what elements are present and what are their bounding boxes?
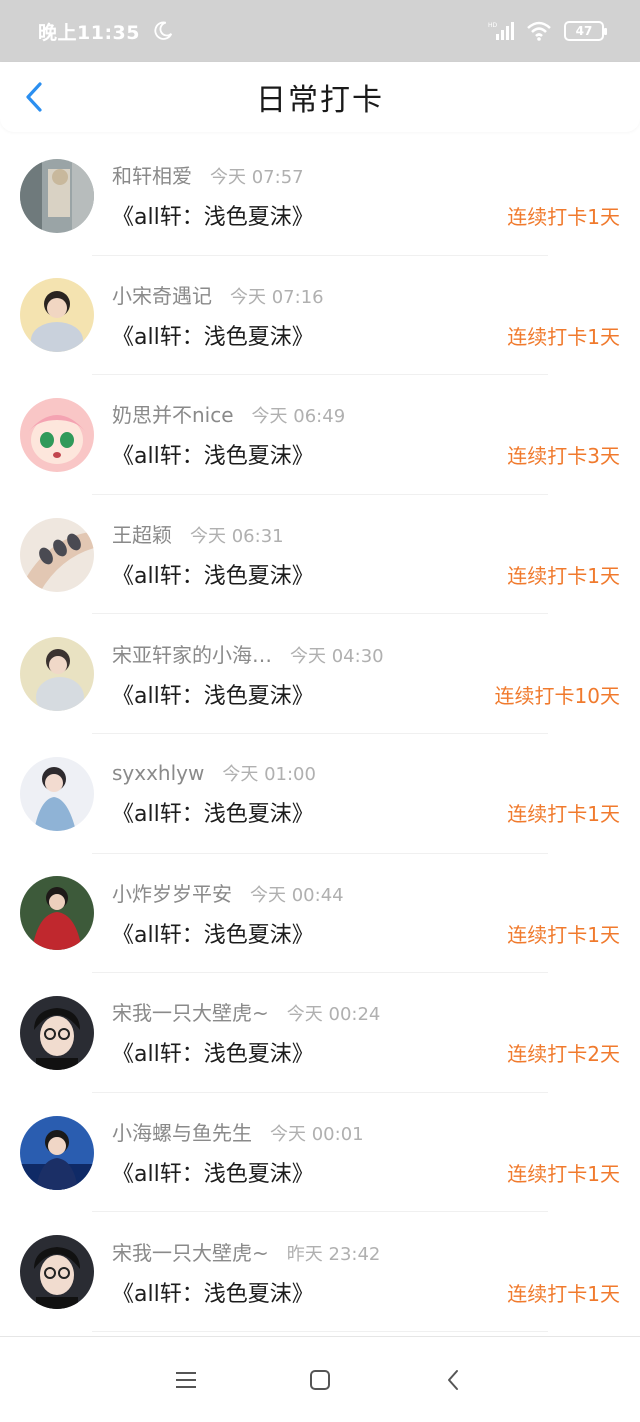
book-title[interactable]: 《all轩：浅色夏沫》 xyxy=(112,1036,314,1068)
back-chevron-icon[interactable] xyxy=(22,80,48,114)
checkin-time: 今天 07:57 xyxy=(210,167,304,189)
username[interactable]: 小炸岁岁平安 xyxy=(112,878,232,907)
checkin-time: 今天 01:00 xyxy=(222,763,316,785)
checkin-time: 今天 06:31 xyxy=(190,526,284,548)
streak-label: 连续打卡1天 xyxy=(507,922,620,947)
checkin-time: 今天 07:16 xyxy=(230,286,324,308)
book-title[interactable]: 《all轩：浅色夏沫》 xyxy=(112,1276,314,1308)
username[interactable]: 小宋奇遇记 xyxy=(112,280,212,309)
streak-label: 连续打卡2天 xyxy=(507,1042,620,1067)
username[interactable]: 宋我一只大壁虎~ xyxy=(112,1237,269,1266)
streak-label: 连续打卡1天 xyxy=(507,564,620,589)
nav-bar: 日常打卡 xyxy=(0,62,640,132)
checkin-time: 今天 06:49 xyxy=(251,406,346,428)
avatar[interactable] xyxy=(20,995,94,1070)
username[interactable]: 宋我一只大壁虎~ xyxy=(112,997,269,1026)
battery-level: 47 xyxy=(575,24,593,38)
wifi-icon xyxy=(527,21,551,41)
streak-label: 连续打卡1天 xyxy=(507,324,620,349)
book-title[interactable]: 《all轩：浅色夏沫》 xyxy=(112,1156,314,1188)
streak-label: 连续打卡3天 xyxy=(507,444,620,469)
checkin-row[interactable]: 宋我一只大壁虎~ 昨天 23:42 《all轩：浅色夏沫》 连续打卡1天 xyxy=(0,1212,640,1332)
username[interactable]: 宋亚轩家的小海… xyxy=(112,639,272,668)
username[interactable]: syxxhlyw xyxy=(112,761,204,785)
book-title[interactable]: 《all轩：浅色夏沫》 xyxy=(112,199,314,231)
avatar[interactable] xyxy=(20,756,94,831)
network-type-label: HD xyxy=(488,22,498,29)
page-title: 日常打卡 xyxy=(256,83,384,118)
checkin-time: 今天 00:24 xyxy=(286,1004,381,1026)
checkin-time: 今天 00:01 xyxy=(270,1124,364,1146)
streak-label: 连续打卡1天 xyxy=(507,1281,620,1306)
username[interactable]: 王超颖 xyxy=(112,519,172,548)
checkin-row[interactable]: 和轩相爱 今天 07:57 《all轩：浅色夏沫》 连续打卡1天 xyxy=(0,136,640,256)
checkin-time: 今天 04:30 xyxy=(290,645,384,667)
battery-indicator: 47 xyxy=(564,21,607,41)
back-icon[interactable] xyxy=(442,1368,466,1392)
checkin-row[interactable]: syxxhlyw 今天 01:00 《all轩：浅色夏沫》 连续打卡1天 xyxy=(0,734,640,854)
avatar[interactable] xyxy=(20,637,94,712)
status-bar: 晚上11:35 HD 47 xyxy=(0,0,640,62)
book-title[interactable]: 《all轩：浅色夏沫》 xyxy=(112,917,314,949)
streak-label: 连续打卡1天 xyxy=(507,205,620,230)
signal-icon: HD xyxy=(488,22,514,40)
streak-label: 连续打卡10天 xyxy=(494,683,620,708)
checkin-time: 昨天 23:42 xyxy=(286,1243,381,1265)
home-icon[interactable] xyxy=(308,1368,332,1392)
status-time: 晚上11:35 xyxy=(38,21,140,44)
avatar[interactable] xyxy=(20,1235,94,1310)
book-title[interactable]: 《all轩：浅色夏沫》 xyxy=(112,319,314,351)
username[interactable]: 和轩相爱 xyxy=(112,160,192,189)
system-nav-bar xyxy=(0,1336,640,1422)
avatar[interactable] xyxy=(20,397,94,472)
username[interactable]: 小海螺与鱼先生 xyxy=(112,1117,252,1146)
checkin-row[interactable]: 宋我一只大壁虎~ 今天 00:24 《all轩：浅色夏沫》 连续打卡2天 xyxy=(0,973,640,1093)
checkin-row[interactable]: 小海螺与鱼先生 今天 00:01 《all轩：浅色夏沫》 连续打卡1天 xyxy=(0,1093,640,1213)
avatar[interactable] xyxy=(20,517,94,592)
moon-icon xyxy=(154,21,173,40)
streak-label: 连续打卡1天 xyxy=(507,1162,620,1187)
book-title[interactable]: 《all轩：浅色夏沫》 xyxy=(112,796,314,828)
menu-icon[interactable] xyxy=(174,1369,198,1391)
avatar[interactable] xyxy=(20,1115,94,1190)
book-title[interactable]: 《all轩：浅色夏沫》 xyxy=(112,678,314,710)
book-title[interactable]: 《all轩：浅色夏沫》 xyxy=(112,438,314,470)
checkin-row[interactable]: 奶思并不nice 今天 06:49 《all轩：浅色夏沫》 连续打卡3天 xyxy=(0,375,640,495)
checkin-row[interactable]: 小宋奇遇记 今天 07:16 《all轩：浅色夏沫》 连续打卡1天 xyxy=(0,256,640,376)
username[interactable]: 奶思并不nice xyxy=(112,399,234,428)
book-title[interactable]: 《all轩：浅色夏沫》 xyxy=(112,558,314,590)
avatar[interactable] xyxy=(20,876,94,951)
streak-label: 连续打卡1天 xyxy=(507,801,620,826)
avatar[interactable] xyxy=(20,278,94,353)
avatar[interactable] xyxy=(20,158,94,233)
checkin-time: 今天 00:44 xyxy=(250,884,344,906)
checkin-row[interactable]: 王超颖 今天 06:31 《all轩：浅色夏沫》 连续打卡1天 xyxy=(0,495,640,615)
checkin-row[interactable]: 小炸岁岁平安 今天 00:44 《all轩：浅色夏沫》 连续打卡1天 xyxy=(0,854,640,974)
checkin-list: 和轩相爱 今天 07:57 《all轩：浅色夏沫》 连续打卡1天 小宋奇遇记 今… xyxy=(0,136,640,1332)
checkin-row[interactable]: 宋亚轩家的小海… 今天 04:30 《all轩：浅色夏沫》 连续打卡10天 xyxy=(0,614,640,734)
